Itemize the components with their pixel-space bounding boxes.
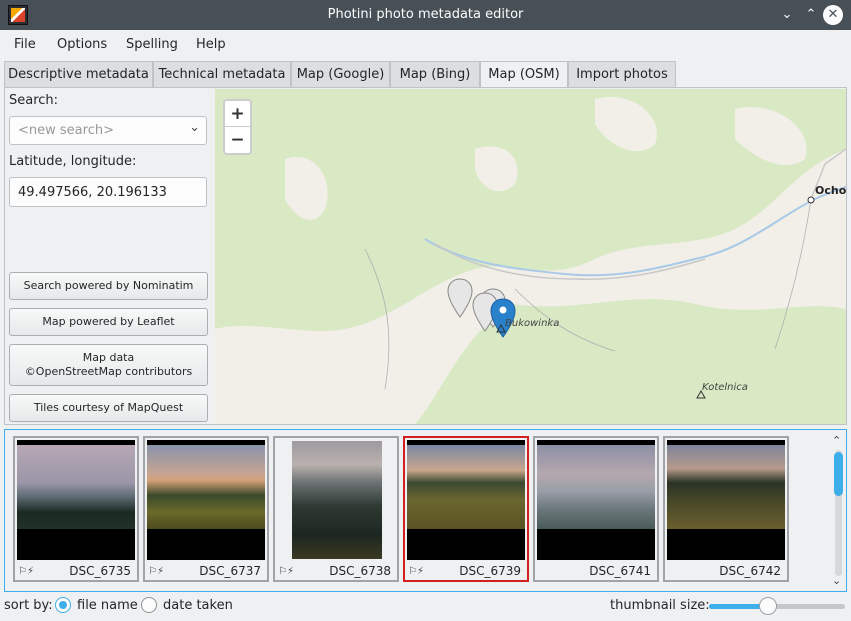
thumbnail-image (407, 440, 525, 560)
menu-bar: File Options Spelling Help (0, 30, 851, 58)
nominatim-button[interactable]: Search powered by Nominatim (9, 272, 208, 300)
menu-file[interactable]: File (14, 37, 36, 52)
thumbnail-scrollbar[interactable]: ⌃ ⌄ (832, 434, 843, 588)
map-tiles (215, 89, 846, 424)
chevron-down-icon[interactable]: ⌄ (189, 120, 200, 135)
latlon-field[interactable]: 49.497566, 20.196133 (9, 177, 207, 207)
osm-data-button[interactable]: Map data ©OpenStreetMap contributors (9, 344, 208, 386)
slider-knob[interactable] (759, 597, 777, 615)
thumbnail-caption: DSC_6737 (199, 564, 261, 578)
menu-help[interactable]: Help (196, 37, 226, 52)
map-label-kotelnica: Kotelnica (702, 382, 748, 393)
scroll-up-icon[interactable]: ⌃ (832, 434, 841, 447)
sort-by-label: sort by: (4, 598, 53, 613)
menu-spelling[interactable]: Spelling (126, 37, 178, 52)
tab-map-bing[interactable]: Map (Bing) (390, 61, 480, 88)
window-title: Photini photo metadata editor (327, 7, 524, 22)
search-combobox[interactable]: <new search> ⌄ (9, 116, 207, 145)
zoom-in-button[interactable]: + (225, 101, 250, 127)
tab-descriptive-metadata[interactable]: Descriptive metadata (4, 61, 153, 88)
search-label: Search: (9, 93, 59, 108)
tab-technical-metadata[interactable]: Technical metadata (153, 61, 291, 88)
sort-date-taken-label[interactable]: date taken (163, 598, 233, 613)
thumbnail-image (17, 440, 135, 560)
zoom-control: + − (223, 99, 252, 155)
map-label-town: Ocho (815, 184, 846, 197)
thumbnail-item[interactable]: ⚐⚡ DSC_6735 (13, 436, 139, 582)
leaflet-button[interactable]: Map powered by Leaflet (9, 308, 208, 336)
thumbnail-caption: DSC_6738 (329, 564, 391, 578)
menu-options[interactable]: Options (57, 37, 107, 52)
scroll-down-icon[interactable]: ⌄ (832, 574, 841, 587)
thumbnail-item[interactable]: DSC_6741 (533, 436, 659, 582)
map-panel: Search: <new search> ⌄ Latitude, longitu… (4, 87, 847, 425)
tab-map-osm[interactable]: Map (OSM) (480, 61, 568, 89)
thumbnail-caption: DSC_6742 (719, 564, 781, 578)
thumbnail-image (277, 440, 395, 560)
thumbnail-caption: DSC_6735 (69, 564, 131, 578)
title-bar: Photini photo metadata editor ⌄ ⌃ ✕ (0, 0, 851, 30)
thumbnail-item[interactable]: ⚐⚡ DSC_6738 (273, 436, 399, 582)
close-button[interactable]: ✕ (823, 5, 843, 25)
scroll-handle[interactable] (834, 452, 843, 496)
thumbnail-image (537, 440, 655, 560)
thumbnail-image (667, 440, 785, 560)
sort-file-name-radio[interactable] (55, 597, 71, 613)
thumbnail-item[interactable]: DSC_6742 (663, 436, 789, 582)
bottom-bar: sort by: file name date taken thumbnail … (0, 594, 851, 621)
thumbnail-caption: DSC_6739 (459, 564, 521, 578)
thumbnail-item[interactable]: ⚐⚡ DSC_6737 (143, 436, 269, 582)
thumbnail-size-label: thumbnail size: (610, 598, 710, 613)
tab-map-google[interactable]: Map (Google) (291, 61, 390, 88)
mapquest-button[interactable]: Tiles courtesy of MapQuest (9, 394, 208, 422)
tab-import-photos[interactable]: Import photos (568, 61, 676, 88)
latlon-label: Latitude, longitude: (9, 154, 137, 169)
thumbnail-caption: DSC_6741 (589, 564, 651, 578)
map-label-bukowinka: Bukowinka (505, 318, 560, 329)
osm-map[interactable]: Bukowinka Kotelnica Ocho + − (215, 89, 846, 424)
thumbnail-strip[interactable]: ⚐⚡ DSC_6735 ⚐⚡ DSC_6737 ⚐⚡ DSC_6738 ⚐⚡ D… (4, 429, 847, 592)
minimize-button[interactable]: ⌄ (777, 5, 797, 25)
search-placeholder: <new search> (18, 123, 114, 138)
thumbnail-size-slider[interactable] (709, 596, 845, 616)
thumbnail-item[interactable]: ⚐⚡ DSC_6739 (403, 436, 529, 582)
thumbnail-image (147, 440, 265, 560)
sort-date-taken-radio[interactable] (141, 597, 157, 613)
sort-file-name-label[interactable]: file name (77, 598, 138, 613)
zoom-out-button[interactable]: − (225, 127, 250, 153)
maximize-button[interactable]: ⌃ (801, 5, 821, 25)
